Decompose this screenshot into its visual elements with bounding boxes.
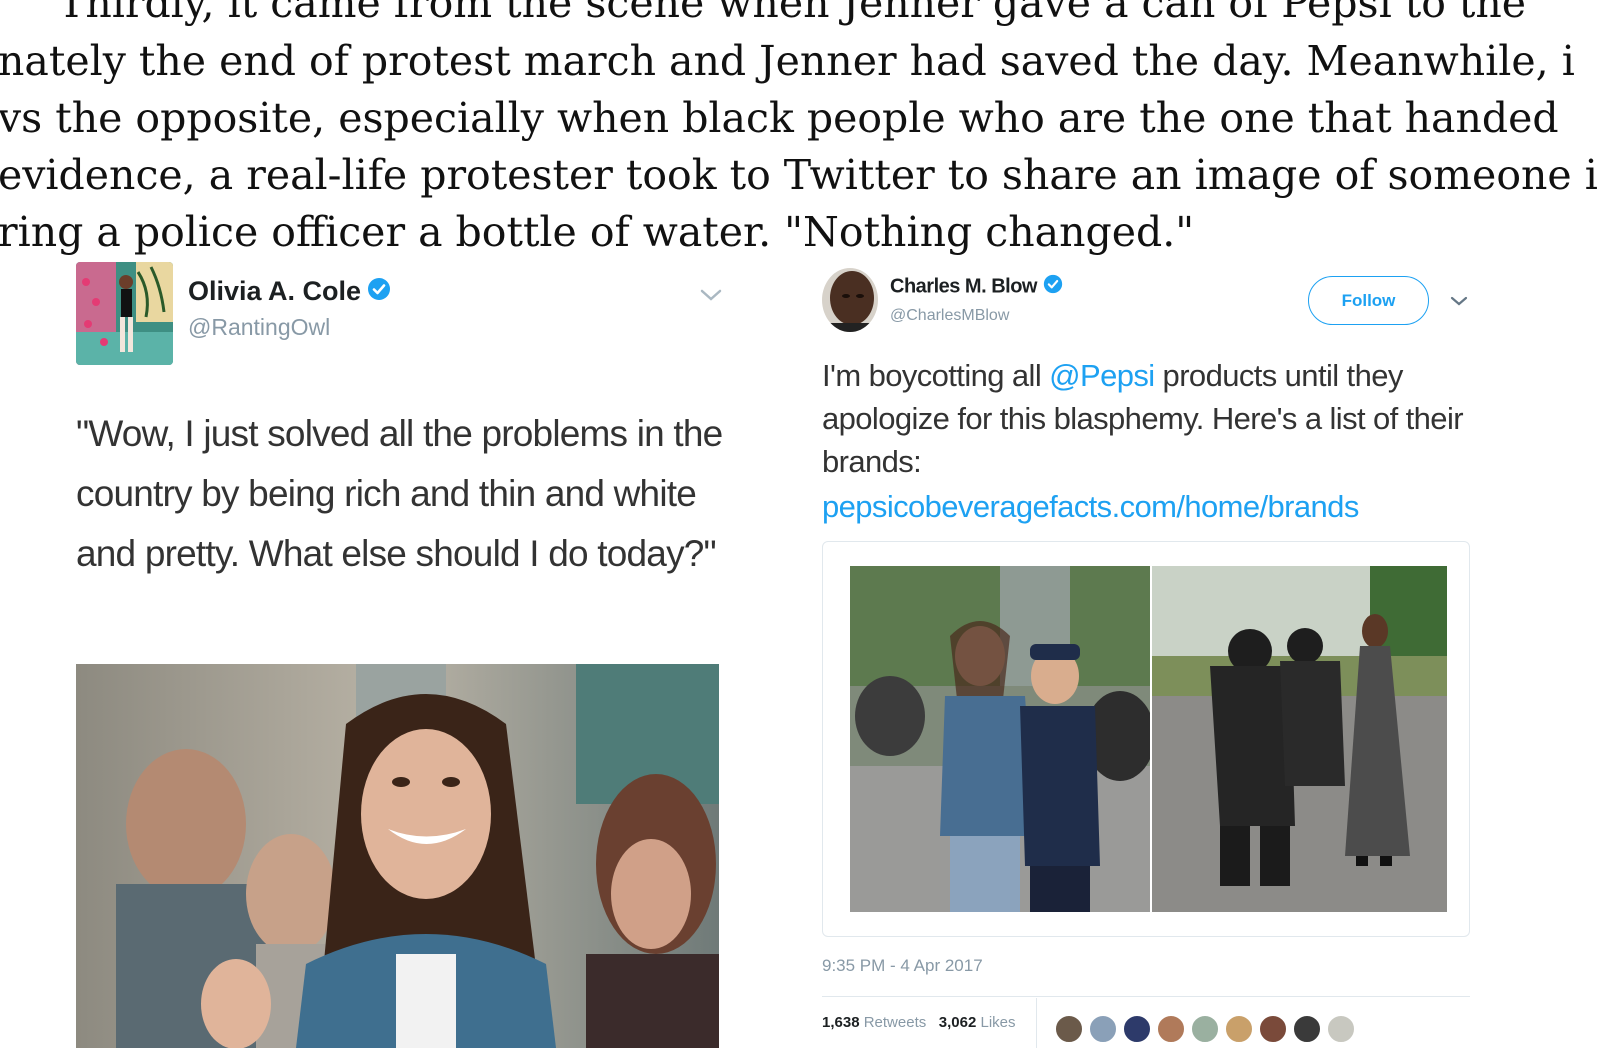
user-handle[interactable]: @RantingOwl [188, 314, 330, 341]
tweet-text: "Wow, I just solved all the problems in … [76, 413, 723, 574]
display-name-text: Charles M. Blow [890, 275, 1037, 298]
tweet-stats: 1,638 Retweets 3,062 Likes [822, 1014, 1016, 1031]
avatar[interactable] [1224, 1014, 1254, 1044]
tweet-timestamp[interactable]: 9:35 PM - 4 Apr 2017 [822, 956, 983, 976]
avatar[interactable] [1122, 1014, 1152, 1044]
avatar[interactable] [76, 262, 173, 365]
tweet-olivia-cole: Olivia A. Cole @RantingOwl "Wow, I just … [76, 262, 736, 1048]
avatar[interactable] [1190, 1014, 1220, 1044]
tweet-text: I'm boycotting all @Pepsi products until… [822, 354, 1482, 528]
doc-line-2: nately the end of protest march and Jenn… [0, 37, 1575, 85]
verified-badge-icon [367, 277, 391, 308]
retweets-count[interactable]: 1,638 [822, 1014, 860, 1031]
display-name-text: Olivia A. Cole [188, 276, 362, 306]
divider [822, 996, 1470, 997]
doc-line-3: vs the opposite, especially when black p… [0, 94, 1559, 142]
likes-label: Likes [980, 1014, 1016, 1031]
media-card[interactable] [822, 541, 1470, 937]
doc-line-4: evidence, a real-life protester took to … [0, 151, 1598, 199]
divider [1036, 998, 1037, 1048]
verified-badge-icon [1043, 274, 1063, 300]
document-paragraph: Thirdly, it came from the scene when Jen… [0, 0, 1600, 270]
likes-count[interactable]: 3,062 [939, 1014, 977, 1031]
doc-line-5: ring a police officer a bottle of water.… [0, 208, 1195, 256]
avatar[interactable] [1054, 1014, 1084, 1044]
chevron-down-icon[interactable] [1448, 292, 1470, 310]
avatar[interactable] [1292, 1014, 1322, 1044]
display-name[interactable]: Charles M. Blow [890, 274, 1063, 300]
avatar[interactable] [822, 268, 878, 332]
mention-link[interactable]: @Pepsi [1049, 358, 1155, 393]
retweets-label: Retweets [863, 1014, 927, 1031]
follow-button[interactable]: Follow [1308, 276, 1429, 325]
url-link[interactable]: pepsicobeveragefacts.com/home/brands [822, 485, 1482, 528]
avatar[interactable] [1326, 1014, 1356, 1044]
display-name[interactable]: Olivia A. Cole [188, 276, 391, 308]
tweet-charles-blow: Charles M. Blow @CharlesMBlow Follow I'm… [822, 262, 1482, 1048]
user-handle[interactable]: @CharlesMBlow [890, 307, 1009, 325]
avatar[interactable] [1088, 1014, 1118, 1044]
doc-line-1: Thirdly, it came from the scene when Jen… [58, 0, 1527, 27]
chevron-down-icon[interactable] [696, 284, 726, 306]
avatar[interactable] [1258, 1014, 1288, 1044]
tweet-text-part: I'm boycotting all [822, 358, 1050, 393]
tweet-photo[interactable] [850, 566, 1447, 912]
avatar[interactable] [1156, 1014, 1186, 1044]
tweet-photo[interactable] [76, 664, 719, 1048]
